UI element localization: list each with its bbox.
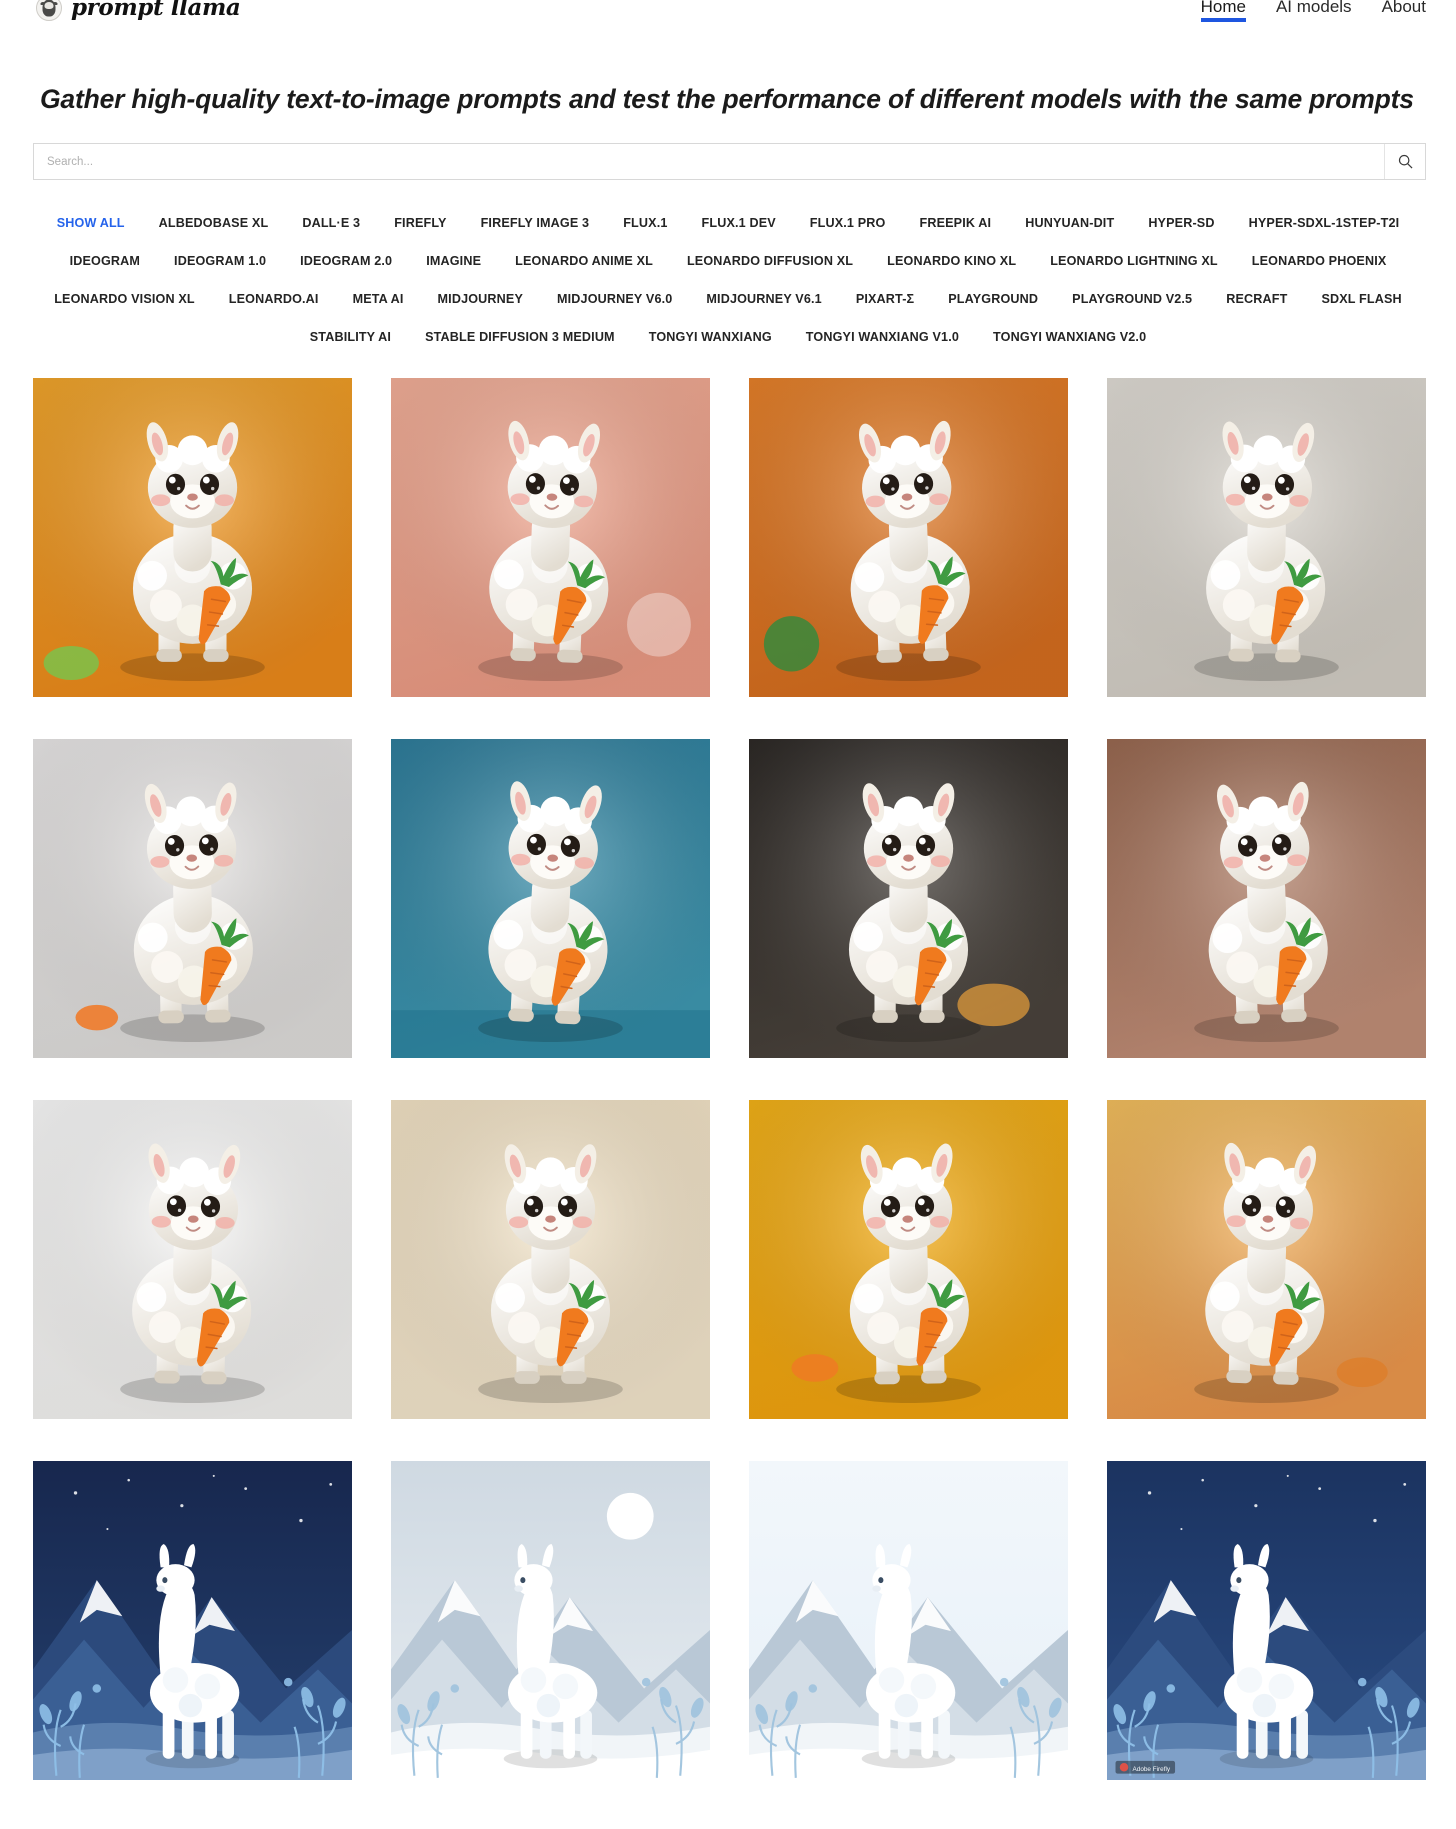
filter-tag[interactable]: SDXL FLASH bbox=[1304, 280, 1418, 318]
filter-tag[interactable]: MIDJOURNEY V6.1 bbox=[689, 280, 838, 318]
nav-item-ai-models[interactable]: AI models bbox=[1276, 0, 1352, 22]
filter-tag[interactable]: LEONARDO VISION XL bbox=[37, 280, 212, 318]
gallery-image-card[interactable] bbox=[1107, 739, 1426, 1058]
filter-tag[interactable]: LEONARDO PHOENIX bbox=[1235, 242, 1404, 280]
nav-item-about[interactable]: About bbox=[1382, 0, 1426, 22]
search-icon bbox=[1398, 154, 1413, 169]
search-input[interactable] bbox=[34, 144, 1384, 179]
filter-tag[interactable]: LEONARDO DIFFUSION XL bbox=[670, 242, 870, 280]
gallery-image-card[interactable] bbox=[33, 1461, 352, 1780]
gallery-image-card[interactable] bbox=[749, 378, 1068, 697]
gallery-image-card[interactable] bbox=[1107, 1100, 1426, 1419]
gallery-image-card[interactable] bbox=[749, 739, 1068, 1058]
filter-tag[interactable]: LEONARDO LIGHTNING XL bbox=[1033, 242, 1235, 280]
search-bar bbox=[33, 143, 1426, 180]
filter-tag[interactable]: IDEOGRAM 2.0 bbox=[283, 242, 409, 280]
gallery-image-card[interactable] bbox=[749, 1461, 1068, 1780]
filter-tag[interactable]: PLAYGROUND V2.5 bbox=[1055, 280, 1209, 318]
filter-tag[interactable]: PLAYGROUND bbox=[931, 280, 1055, 318]
filter-tag[interactable]: FIREFLY IMAGE 3 bbox=[464, 204, 607, 242]
brand-logo[interactable]: prompt llama bbox=[36, 0, 241, 21]
gallery-image-card[interactable] bbox=[391, 739, 710, 1058]
svg-text:Adobe Firefly: Adobe Firefly bbox=[1133, 1766, 1171, 1773]
filter-tag[interactable]: META AI bbox=[336, 280, 421, 318]
filter-tag[interactable]: RECRAFT bbox=[1209, 280, 1304, 318]
filter-tag[interactable]: SHOW ALL bbox=[40, 204, 142, 242]
page-headline: Gather high-quality text-to-image prompt… bbox=[40, 84, 1414, 114]
llama-avatar-icon bbox=[36, 0, 62, 21]
brand-name: prompt llama bbox=[71, 0, 241, 21]
filter-tag[interactable]: MIDJOURNEY bbox=[421, 280, 540, 318]
filter-tag[interactable]: TONGYI WANXIANG bbox=[632, 318, 789, 356]
gallery-image-card[interactable] bbox=[33, 1100, 352, 1419]
filter-tag[interactable]: IDEOGRAM bbox=[53, 242, 157, 280]
filter-tag[interactable]: HUNYUAN-DIT bbox=[1008, 204, 1131, 242]
search-button[interactable] bbox=[1384, 144, 1425, 179]
filter-tag[interactable]: FLUX.1 PRO bbox=[793, 204, 903, 242]
top-navigation-bar: prompt llama Home AI models About bbox=[0, 0, 1456, 22]
filter-tag[interactable]: IMAGINE bbox=[409, 242, 498, 280]
gallery-image-card[interactable] bbox=[33, 739, 352, 1058]
filter-tag[interactable]: FIREFLY bbox=[377, 204, 463, 242]
filter-tag[interactable]: LEONARDO.AI bbox=[212, 280, 336, 318]
filter-tag[interactable]: PIXART-Σ bbox=[839, 280, 931, 318]
filter-tag[interactable]: LEONARDO ANIME XL bbox=[498, 242, 670, 280]
gallery-image-card[interactable] bbox=[1107, 378, 1426, 697]
image-gallery: Adobe Firefly bbox=[0, 378, 1456, 1780]
main-nav: Home AI models About bbox=[1200, 0, 1426, 22]
gallery-image-card[interactable] bbox=[33, 378, 352, 697]
gallery-image-card[interactable] bbox=[749, 1100, 1068, 1419]
gallery-image-card[interactable] bbox=[391, 378, 710, 697]
filter-tag[interactable]: MIDJOURNEY V6.0 bbox=[540, 280, 689, 318]
filter-tag[interactable]: DALL·E 3 bbox=[285, 204, 377, 242]
nav-item-home[interactable]: Home bbox=[1200, 0, 1247, 22]
filter-tag[interactable]: STABILITY AI bbox=[293, 318, 408, 356]
model-filter-list: SHOW ALL ALBEDOBASE XL DALL·E 3 FIREFLY FIRE… bbox=[34, 204, 1422, 356]
filter-tag[interactable]: TONGYI WANXIANG V2.0 bbox=[976, 318, 1163, 356]
filter-tag[interactable]: LEONARDO KINO XL bbox=[870, 242, 1033, 280]
filter-tag[interactable]: STABLE DIFFUSION 3 MEDIUM bbox=[408, 318, 632, 356]
filter-tag[interactable]: HYPER-SDXL-1STEP-T2I bbox=[1232, 204, 1417, 242]
gallery-image-card[interactable] bbox=[391, 1461, 710, 1780]
gallery-image-card[interactable] bbox=[391, 1100, 710, 1419]
filter-tag[interactable]: FLUX.1 DEV bbox=[685, 204, 793, 242]
filter-tag[interactable]: TONGYI WANXIANG V1.0 bbox=[789, 318, 976, 356]
filter-tag[interactable]: ALBEDOBASE XL bbox=[142, 204, 286, 242]
gallery-image-card[interactable]: Adobe Firefly bbox=[1107, 1461, 1426, 1780]
filter-tag[interactable]: FREEPIK AI bbox=[902, 204, 1008, 242]
filter-tag[interactable]: FLUX.1 bbox=[606, 204, 684, 242]
filter-tag[interactable]: HYPER-SD bbox=[1131, 204, 1231, 242]
filter-tag[interactable]: IDEOGRAM 1.0 bbox=[157, 242, 283, 280]
